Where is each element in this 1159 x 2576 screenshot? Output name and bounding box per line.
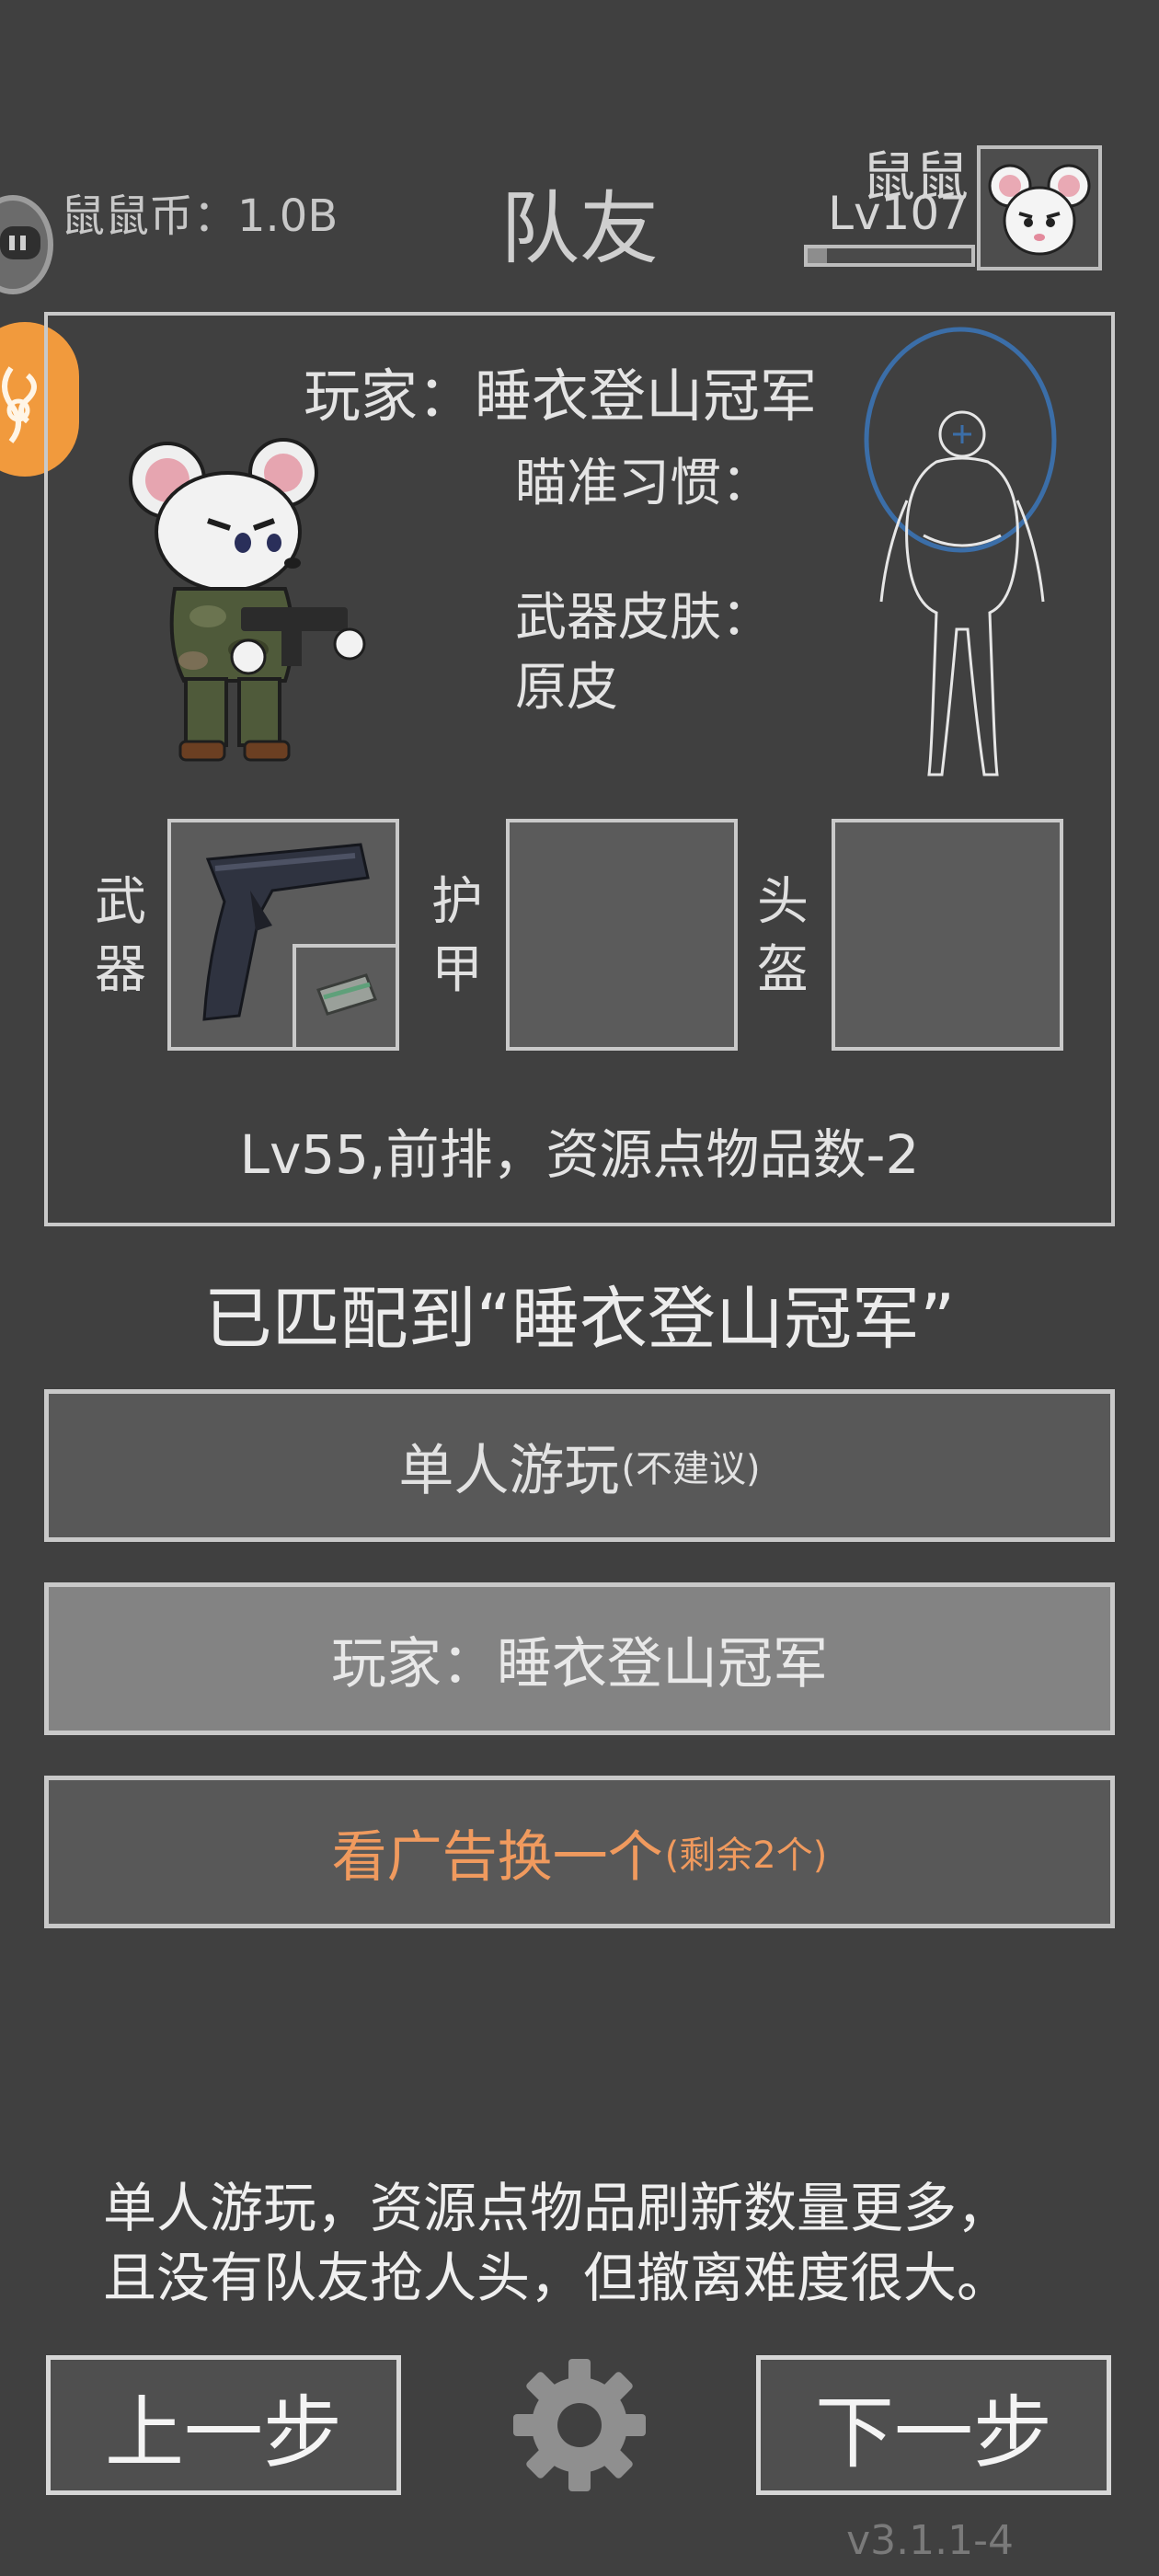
watch-ad-reroll-button[interactable]: 看广告换一个 (剩余2个) xyxy=(44,1776,1115,1928)
ammo-subslot[interactable] xyxy=(293,944,399,1051)
teammate-character-image xyxy=(129,438,366,762)
mouse-avatar-icon xyxy=(988,164,1091,256)
teammate-player-name: 玩家：睡衣登山冠军 xyxy=(304,362,818,430)
xp-progress-bar xyxy=(804,245,975,267)
weapon-skin-value: 原皮 xyxy=(515,658,618,718)
aim-habit-label: 瞄准习惯： xyxy=(515,454,773,513)
watch-ad-remaining: (剩余2个) xyxy=(664,1834,828,1877)
description-line-1: 单人游玩，资源点物品刷新数量更多， xyxy=(103,2177,1011,2239)
mode-description: 单人游玩，资源点物品刷新数量更多， 且没有队友抢人头，但撤离难度很大。 xyxy=(103,2173,1010,2313)
weapon-slot[interactable] xyxy=(167,819,399,1051)
armor-slot-label: 护甲 xyxy=(431,872,483,1000)
solo-play-note: (不建议) xyxy=(621,1448,761,1490)
next-step-button[interactable]: 下一步 xyxy=(756,2355,1111,2495)
description-line-2: 且没有队友抢人头，但撤离难度很大。 xyxy=(103,2247,1011,2309)
solo-play-button[interactable]: 单人游玩 (不建议) xyxy=(44,1389,1115,1542)
helmet-slot-label: 头盔 xyxy=(757,872,809,1000)
previous-step-button[interactable]: 上一步 xyxy=(46,2355,401,2495)
previous-step-label: 上一步 xyxy=(105,2386,342,2479)
solo-play-label: 单人游玩 xyxy=(398,1438,620,1503)
helmet-slot[interactable] xyxy=(832,819,1063,1051)
matched-status: 已匹配到“睡衣登山冠军” xyxy=(203,1280,956,1359)
armor-slot[interactable] xyxy=(506,819,738,1051)
select-teammate-label: 玩家：睡衣登山冠军 xyxy=(331,1631,828,1696)
ammo-icon xyxy=(316,973,377,1016)
teammate-stats: Lv55,前排，资源点物品数-2 xyxy=(239,1123,920,1186)
select-teammate-button[interactable]: 玩家：睡衣登山冠军 xyxy=(44,1582,1115,1735)
xp-progress-fill xyxy=(808,248,828,263)
weapon-skin-label: 武器皮肤： xyxy=(515,588,773,648)
version-label: v3.1.1-4 xyxy=(846,2517,1014,2564)
aim-target-diagram xyxy=(864,327,1057,776)
next-step-label: 下一步 xyxy=(815,2386,1052,2479)
weapon-slot-label: 武器 xyxy=(95,872,146,1000)
gear-icon xyxy=(513,2359,646,2491)
user-level: Lv107 xyxy=(828,187,969,240)
user-avatar[interactable] xyxy=(977,145,1102,270)
settings-button[interactable] xyxy=(510,2355,649,2495)
watch-ad-label: 看广告换一个 xyxy=(331,1824,663,1890)
